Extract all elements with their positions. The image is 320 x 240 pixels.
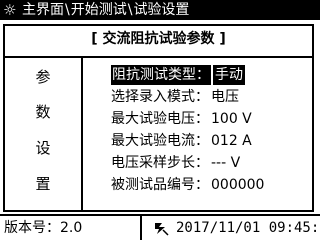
device-screen: ☼ 主界面\开始测试\试验设置 [ 交流阻抗试验参数 ] 参 数 设 置 阻抗测… [0,0,320,240]
side-divider [81,58,83,210]
param-sample-id[interactable]: 被测试品编号： 000000 [111,175,264,195]
param-value[interactable]: 100 V [211,109,252,129]
param-label: 阻抗测试类型： [111,65,211,85]
breadcrumb-item-test-settings: 试验设置 [133,2,190,18]
title-bar: ☼ 主界面\开始测试\试验设置 [0,0,320,20]
param-label: 最大试验电压： [111,111,209,127]
side-label-char: 参 [35,68,51,86]
settings-panel: [ 交流阻抗试验参数 ] 参 数 设 置 阻抗测试类型： 手动 选择录入模式： 电压… [3,24,314,212]
param-max-voltage[interactable]: 最大试验电压： 100 V [111,109,252,129]
param-label: 选择录入模式： [111,89,209,105]
param-voltage-step[interactable]: 电压采样步长： --- V [111,153,240,173]
logo-icon: ☼ [3,1,17,19]
param-value[interactable]: 手动 [213,65,245,85]
param-value[interactable]: --- V [211,153,240,173]
breadcrumb-separator: \ [65,2,70,18]
status-bar: 版本号：2.0 2017/11/01 09:45:38 [0,214,320,240]
param-label: 被测试品编号： [111,177,209,193]
breadcrumb-item-main[interactable]: 主界面 [22,2,64,18]
version-label: 版本号：2.0 [4,220,83,236]
side-label: 参 数 设 置 [5,58,81,210]
param-max-current[interactable]: 最大试验电流： 012 A [111,131,252,151]
param-value[interactable]: 000000 [211,175,264,195]
panel-title: [ 交流阻抗试验参数 ] [91,31,226,47]
param-value[interactable]: 012 A [211,131,252,151]
breadcrumb-item-start-test[interactable]: 开始测试 [71,2,127,18]
connection-icon [155,223,169,236]
side-label-char: 数 [35,103,51,121]
param-value[interactable]: 电压 [211,87,239,107]
status-divider [140,216,142,240]
param-label: 最大试验电流： [111,133,209,149]
datetime-display: 2017/11/01 09:45:38 [176,220,320,236]
side-label-char: 置 [35,175,51,193]
param-impedance-test-type[interactable]: 阻抗测试类型： 手动 [111,65,245,85]
breadcrumb: 主界面\开始测试\试验设置 [22,1,189,19]
param-label: 电压采样步长： [111,155,209,171]
breadcrumb-separator: \ [127,2,133,18]
param-input-mode[interactable]: 选择录入模式： 电压 [111,87,239,107]
side-label-char: 设 [35,139,51,157]
